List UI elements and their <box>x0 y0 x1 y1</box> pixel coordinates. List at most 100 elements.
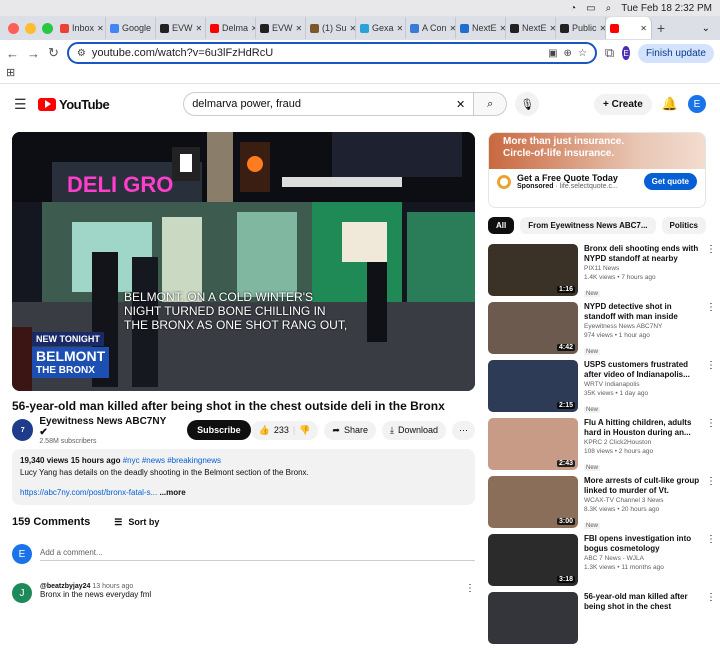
browser-tab[interactable]: Gexa ✕ <box>356 17 406 39</box>
site-settings-icon[interactable]: ⚙ <box>77 48 86 59</box>
video-thumbnail[interactable]: 4:42 <box>488 302 578 354</box>
ad-title[interactable]: Get a Free Quote Today <box>517 173 618 183</box>
more-vertical-icon[interactable]: ⋮ <box>706 534 716 588</box>
create-button[interactable]: + Create <box>594 93 652 115</box>
close-window-button[interactable] <box>8 22 19 34</box>
recommended-video[interactable]: 3:00 More arrests of cult-like group link… <box>488 476 716 530</box>
browser-tab[interactable]: EVW ✕ <box>256 17 306 39</box>
forward-button[interactable]: → <box>27 46 40 61</box>
search-query[interactable]: delmarva power, fraud <box>192 98 456 110</box>
datetime[interactable]: Tue Feb 18 2:32 PM <box>621 3 712 14</box>
hashtags[interactable]: #nyc #news #breakingnews <box>123 456 221 465</box>
finish-update-button[interactable]: Finish update <box>637 43 714 63</box>
search-icon[interactable]: ⌕ <box>606 3 612 14</box>
reload-button[interactable]: ↻ <box>48 45 59 61</box>
youtube-logo[interactable]: YouTube <box>38 97 110 112</box>
video-thumbnail[interactable]: 2:43 <box>488 418 578 470</box>
commenter-name[interactable]: @beatzbyjay24 13 hours ago <box>40 583 151 590</box>
recommended-video[interactable]: 56-year-old man killed after being shot … <box>488 592 716 646</box>
recommended-video[interactable]: 2:15 USPS customers frustrated after vide… <box>488 360 716 414</box>
recommended-channel[interactable]: WCAX-TV Channel 3 News <box>584 496 700 505</box>
chip-politics[interactable]: Politics <box>661 217 706 234</box>
more-vertical-icon[interactable]: ⋮ <box>706 476 716 530</box>
browser-tab[interactable]: Public ✕ <box>556 17 606 39</box>
recommended-video[interactable]: 3:18 FBI opens investigation into bogus c… <box>488 534 716 588</box>
notifications-bell-icon[interactable]: 🔔 <box>662 96 678 112</box>
bookmark-star-icon[interactable]: ☆ <box>578 48 587 59</box>
more-vertical-icon[interactable]: ⋮ <box>706 360 716 414</box>
subscribe-button[interactable]: Subscribe <box>187 420 251 440</box>
thumbs-down-icon[interactable]: 👎 <box>299 425 310 436</box>
close-tab-icon[interactable]: ✕ <box>640 24 647 33</box>
browser-tab[interactable]: EVW ✕ <box>156 17 206 39</box>
back-button[interactable]: ← <box>6 46 19 61</box>
browser-tab[interactable]: ✕ <box>606 17 652 39</box>
add-comment-input[interactable]: Add a comment... <box>40 548 475 561</box>
browser-tab[interactable]: Delma✕ <box>206 17 256 39</box>
more-vertical-icon[interactable]: ⋮ <box>706 302 716 356</box>
video-thumbnail[interactable] <box>488 592 578 644</box>
close-tab-icon[interactable]: ✕ <box>296 24 303 33</box>
channel-name[interactable]: Eyewitness News ABC7NY ✔ <box>39 416 173 438</box>
search-button[interactable]: ⌕ <box>473 92 508 116</box>
recommended-video[interactable]: 4:42 NYPD detective shot in standoff with… <box>488 302 716 356</box>
recommended-video-title[interactable]: More arrests of cult-like group linked t… <box>584 476 700 496</box>
more-actions-button[interactable]: ⋯ <box>452 420 475 440</box>
like-button[interactable]: 👍 233 | 👎 <box>250 420 319 440</box>
ad-banner[interactable]: More than just insurance. Circle-of-life… <box>489 133 705 169</box>
more-vertical-icon[interactable]: ⋮ <box>706 244 716 298</box>
browser-tab[interactable]: A Con ✕ <box>406 17 456 39</box>
recommended-channel[interactable]: PIX11 News <box>584 264 700 273</box>
recommended-channel[interactable]: ABC 7 News - WJLA <box>584 554 700 563</box>
recommended-video-title[interactable]: FBI opens investigation into bogus cosme… <box>584 534 700 554</box>
commenter-avatar[interactable]: J <box>12 583 32 603</box>
chip-from-channel[interactable]: From Eyewitness News ABC7... <box>520 217 656 234</box>
recommended-video[interactable]: 1:16 Bronx deli shooting ends with NYPD s… <box>488 244 716 298</box>
recommended-video-title[interactable]: USPS customers frustrated after video of… <box>584 360 700 380</box>
recommended-video-title[interactable]: Flu A hitting children, adults hard in H… <box>584 418 700 438</box>
browser-tab[interactable]: Inbox ✕ <box>56 17 106 39</box>
sponsored-ad[interactable]: More than just insurance. Circle-of-life… <box>488 132 706 208</box>
share-button[interactable]: ➦ Share <box>324 420 376 440</box>
description-box[interactable]: 19,340 views 15 hours ago #nyc #news #br… <box>12 449 475 505</box>
chip-all[interactable]: All <box>488 217 515 234</box>
video-thumbnail[interactable]: 3:00 <box>488 476 578 528</box>
url-input[interactable]: ⚙ youtube.com/watch?v=6u3lFzHdRcU ▣ ⊕ ☆ <box>66 42 597 64</box>
new-tab-button[interactable]: + <box>652 20 670 36</box>
extensions-icon[interactable]: ⧉ <box>605 45 614 61</box>
sort-by-button[interactable]: ☰ Sort by <box>114 517 159 528</box>
description-link[interactable]: https://abc7ny.com/post/bronx-fatal-s... <box>20 488 157 497</box>
get-quote-button[interactable]: Get quote <box>643 173 697 190</box>
battery-icon[interactable]: ▭ <box>586 3 595 14</box>
browser-tab[interactable]: NextE ✕ <box>456 17 506 39</box>
search-input[interactable]: delmarva power, fraud ✕ <box>183 92 474 116</box>
recommended-video-title[interactable]: NYPD detective shot in standoff with man… <box>584 302 700 322</box>
more-vertical-icon[interactable]: ⋮ <box>706 418 716 472</box>
zoom-window-button[interactable] <box>42 22 53 34</box>
video-player[interactable]: DELI GRO BELMONT. ON A COLD WINTER'S NIG… <box>12 132 475 391</box>
apps-grid-icon[interactable]: ⊞ <box>6 67 15 79</box>
recommended-video-title[interactable]: 56-year-old man killed after being shot … <box>584 592 700 612</box>
more-vertical-icon[interactable]: ⋮ <box>706 592 716 646</box>
show-more-button[interactable]: ...more <box>159 488 185 497</box>
close-tab-icon[interactable]: ✕ <box>97 24 104 33</box>
chevron-down-icon[interactable]: ⌄ <box>702 23 720 34</box>
zoom-icon[interactable]: ⊕ <box>564 48 572 59</box>
close-tab-icon[interactable]: ✕ <box>196 24 203 33</box>
account-avatar[interactable]: E <box>688 95 706 113</box>
video-thumbnail[interactable]: 2:15 <box>488 360 578 412</box>
profile-avatar[interactable]: E <box>622 46 630 60</box>
wifi-icon[interactable]: ◔ <box>570 3 576 14</box>
close-tab-icon[interactable]: ✕ <box>397 24 404 33</box>
browser-tab[interactable]: (1) Su ✕ <box>306 17 356 39</box>
video-thumbnail[interactable]: 1:16 <box>488 244 578 296</box>
recommended-channel[interactable]: WRTV Indianapolis <box>584 380 700 389</box>
recommended-channel[interactable]: KPRC 2 Click2Houston <box>584 438 700 447</box>
minimize-window-button[interactable] <box>25 22 36 34</box>
cast-icon[interactable]: ▣ <box>548 48 557 59</box>
channel-avatar[interactable]: 7 <box>12 419 34 441</box>
voice-search-button[interactable]: 🎙 <box>515 92 540 116</box>
clear-search-icon[interactable]: ✕ <box>456 98 465 111</box>
browser-tab[interactable]: NextE ✕ <box>506 17 556 39</box>
comment-menu-icon[interactable]: ⋮ <box>465 583 475 603</box>
